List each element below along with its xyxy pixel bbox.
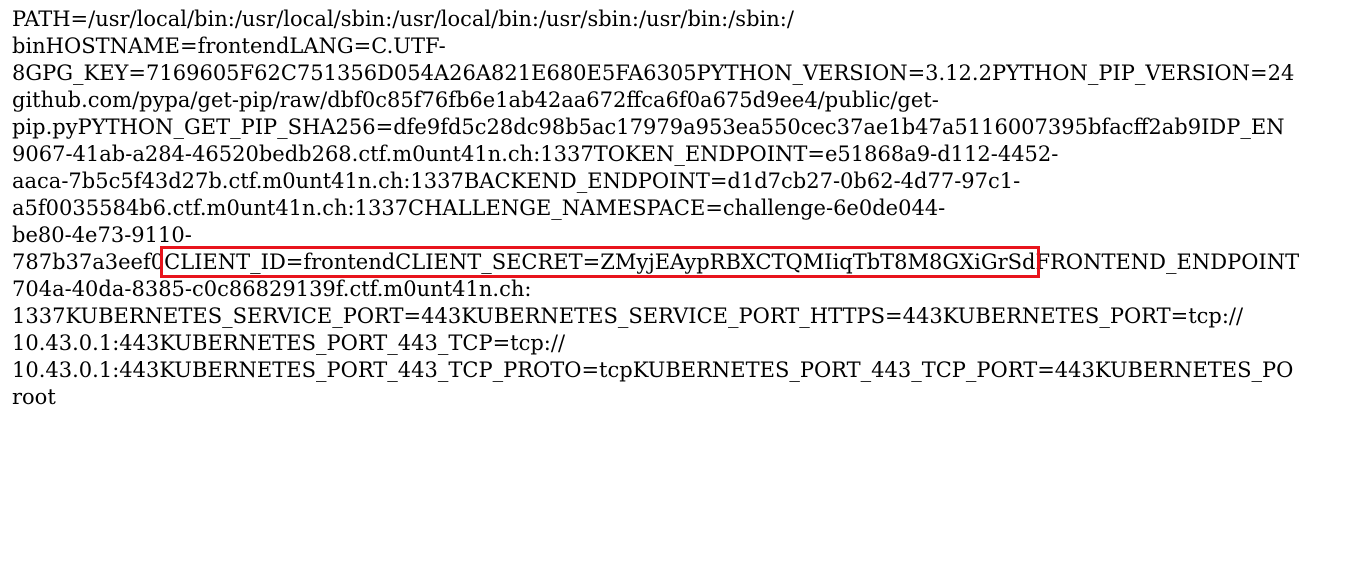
env-line: 704a-40da-8385-c0c86829139f.ctf.m0unt41n… <box>12 277 532 301</box>
env-line: PATH=/usr/local/bin:/usr/local/sbin:/usr… <box>12 7 794 31</box>
env-line: 9067-41ab-a284-46520bedb268.ctf.m0unt41n… <box>12 142 1059 166</box>
env-line-prefix: 787b37a3eef0 <box>12 250 165 274</box>
client-secret-highlight: CLIENT_ID=frontendCLIENT_SECRET=ZMyjEAyp… <box>160 246 1040 278</box>
env-line: 1337KUBERNETES_SERVICE_PORT=443KUBERNETE… <box>12 304 1244 328</box>
env-line: 10.43.0.1:443KUBERNETES_PORT_443_TCP_PRO… <box>12 358 1294 382</box>
env-line: github.com/pypa/get-pip/raw/dbf0c85f76fb… <box>12 88 939 112</box>
env-line: 10.43.0.1:443KUBERNETES_PORT_443_TCP=tcp… <box>12 331 566 355</box>
env-line-suffix: FRONTEND_ENDPOINT <box>1035 250 1300 274</box>
env-line: aaca-7b5c5f43d27b.ctf.m0unt41n.ch:1337BA… <box>12 169 1021 193</box>
env-line: binHOSTNAME=frontendLANG=C.UTF- <box>12 34 446 58</box>
env-line: a5f0035584b6.ctf.m0unt41n.ch:1337CHALLEN… <box>12 196 946 220</box>
env-line: pip.pyPYTHON_GET_PIP_SHA256=dfe9fd5c28dc… <box>12 115 1285 139</box>
env-line: 8GPG_KEY=7169605F62C751356D054A26A821E68… <box>12 61 1295 85</box>
whoami-output: root <box>12 385 56 409</box>
env-line-highlighted: 787b37a3eef0CLIENT_ID=frontendCLIENT_SEC… <box>12 246 1300 278</box>
env-line: be80-4e73-9110- <box>12 223 192 247</box>
env-output-page: PATH=/usr/local/bin:/usr/local/sbin:/usr… <box>0 0 1366 565</box>
